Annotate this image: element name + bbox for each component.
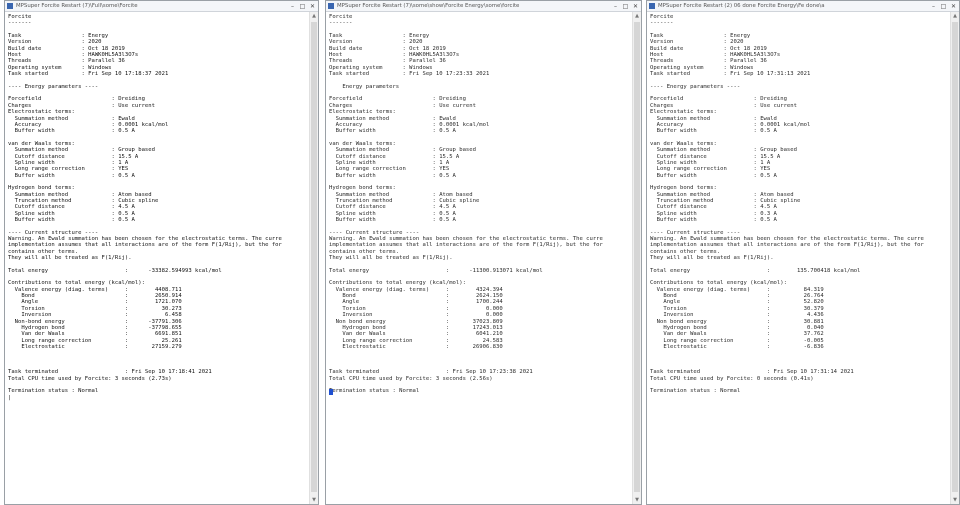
console-text: Forcite ------- Task : Energy Version : … — [329, 14, 603, 395]
window-title: MPSuper Forcite Restart (2) 06 done Forc… — [658, 3, 825, 9]
close-icon[interactable]: ✕ — [309, 3, 316, 10]
scroll-down-icon[interactable]: ▼ — [310, 496, 318, 504]
maximize-icon[interactable]: □ — [299, 3, 306, 10]
scrollbar[interactable]: ▲ ▼ — [632, 12, 641, 504]
console-window-1[interactable]: MPSuper Forcite Restart (7)\Full\some\Fo… — [4, 0, 319, 505]
scroll-up-icon[interactable]: ▲ — [633, 12, 641, 20]
console-output[interactable]: Forcite ------- Task : Energy Version : … — [650, 14, 950, 501]
console-window-2[interactable]: MPSuper Forcite Restart (7)\some\show\Fo… — [325, 0, 642, 505]
window-title: MPSuper Forcite Restart (7)\some\show\Fo… — [337, 3, 520, 9]
scroll-down-icon[interactable]: ▼ — [633, 496, 641, 504]
scrollbar[interactable]: ▲ ▼ — [309, 12, 318, 504]
text-cursor — [329, 389, 333, 395]
scroll-thumb[interactable] — [952, 22, 958, 492]
title-bar[interactable]: MPSuper Forcite Restart (2) 06 done Forc… — [647, 1, 959, 12]
window-title: MPSuper Forcite Restart (7)\Full\some\Fo… — [16, 3, 138, 9]
minimize-icon[interactable]: – — [289, 3, 296, 10]
console-text: Forcite ------- Task : Energy Version : … — [8, 14, 282, 401]
close-icon[interactable]: ✕ — [950, 3, 957, 10]
console-text: Forcite ------- Task : Energy Version : … — [650, 14, 924, 395]
maximize-icon[interactable]: □ — [622, 3, 629, 10]
scroll-up-icon[interactable]: ▲ — [951, 12, 959, 20]
scroll-thumb[interactable] — [634, 22, 640, 492]
minimize-icon[interactable]: – — [930, 3, 937, 10]
app-icon — [649, 3, 655, 9]
title-bar[interactable]: MPSuper Forcite Restart (7)\some\show\Fo… — [326, 1, 641, 12]
scroll-down-icon[interactable]: ▼ — [951, 496, 959, 504]
maximize-icon[interactable]: □ — [940, 3, 947, 10]
console-output[interactable]: Forcite ------- Task : Energy Version : … — [329, 14, 632, 501]
scroll-up-icon[interactable]: ▲ — [310, 12, 318, 20]
close-icon[interactable]: ✕ — [632, 3, 639, 10]
title-bar[interactable]: MPSuper Forcite Restart (7)\Full\some\Fo… — [5, 1, 318, 12]
minimize-icon[interactable]: – — [612, 3, 619, 10]
app-icon — [7, 3, 13, 9]
scrollbar[interactable]: ▲ ▼ — [950, 12, 959, 504]
console-window-3[interactable]: MPSuper Forcite Restart (2) 06 done Forc… — [646, 0, 960, 505]
scroll-thumb[interactable] — [311, 22, 317, 492]
console-output[interactable]: Forcite ------- Task : Energy Version : … — [8, 14, 309, 501]
app-icon — [328, 3, 334, 9]
